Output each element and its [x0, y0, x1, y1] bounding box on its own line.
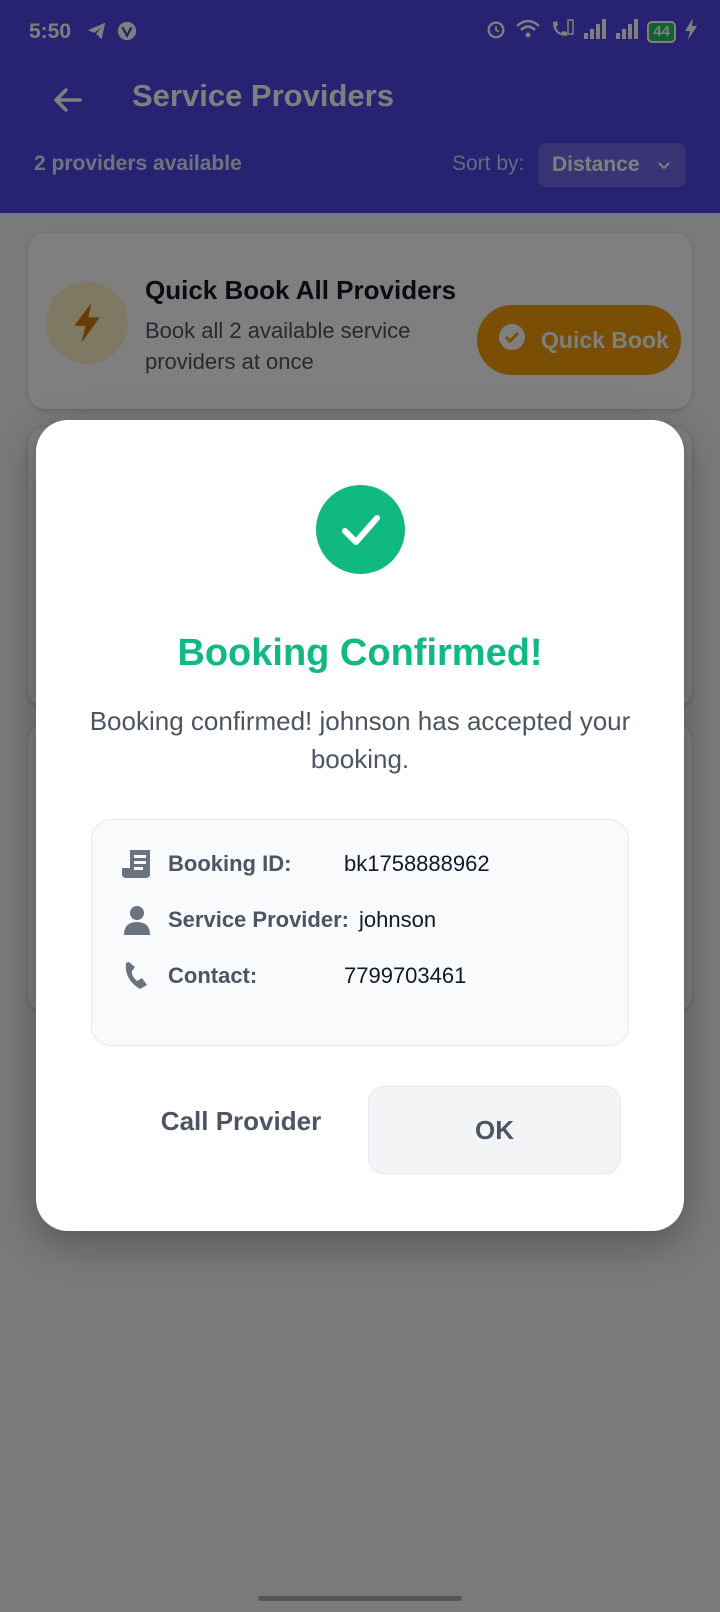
booking-confirmed-dialog: Booking Confirmed! Booking confirmed! jo… — [36, 420, 684, 1231]
booking-id-label: Booking ID: — [168, 851, 292, 876]
dialog-title: Booking Confirmed! — [177, 632, 543, 674]
booking-details: Booking ID: bk1758888962 Service Provide… — [91, 819, 629, 1046]
phone-icon — [120, 959, 154, 993]
contact-value: 7799703461 — [344, 963, 467, 988]
booking-id-value: bk1758888962 — [344, 851, 490, 876]
home-indicator[interactable] — [258, 1596, 462, 1601]
provider-label: Service Provider: — [168, 907, 349, 932]
receipt-icon — [120, 847, 154, 881]
person-icon — [120, 903, 154, 937]
contact-label: Contact: — [168, 963, 258, 988]
call-provider-button[interactable]: Call Provider — [116, 1085, 366, 1157]
ok-button[interactable]: OK — [368, 1086, 621, 1174]
dialog-message: Booking confirmed! johnson has accepted … — [89, 706, 631, 774]
success-check-icon — [316, 485, 405, 574]
provider-value: johnson — [359, 907, 437, 932]
contact-row: Contact: 7799703461 — [120, 956, 466, 996]
provider-row: Service Provider: johnson — [120, 900, 436, 940]
booking-id-row: Booking ID: bk1758888962 — [120, 844, 490, 884]
